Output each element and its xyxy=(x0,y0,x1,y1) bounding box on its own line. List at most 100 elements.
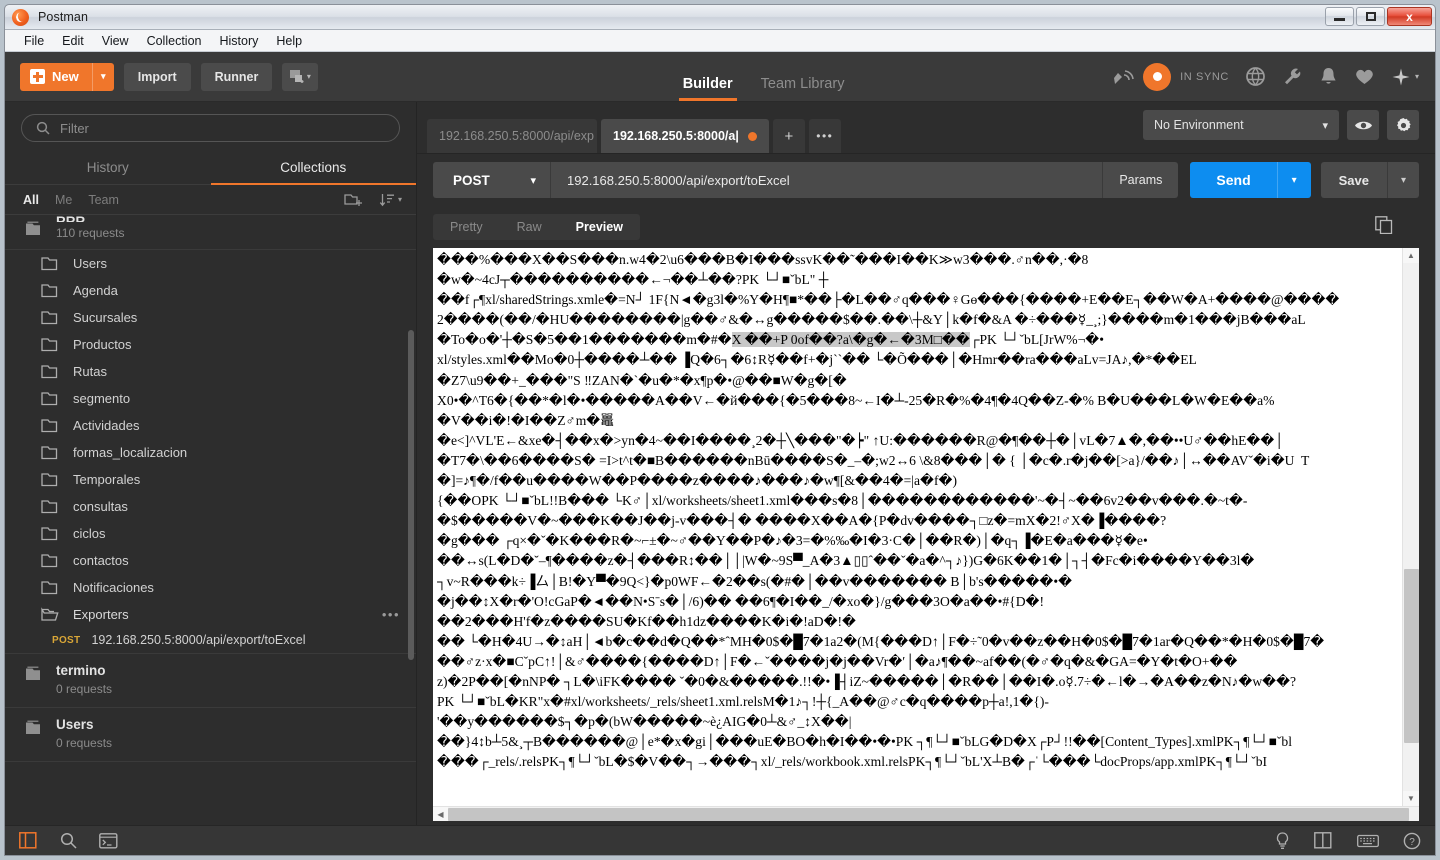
environment-quick-look-button[interactable] xyxy=(1347,110,1379,140)
folder-temporales[interactable]: Temporales xyxy=(5,466,416,493)
send-options-caret-icon[interactable]: ▾ xyxy=(1276,162,1311,198)
request-tab-2[interactable]: 192.168.250.5:8000/a| xyxy=(601,119,769,153)
restore-button[interactable] xyxy=(1356,7,1385,26)
response-preview-pane[interactable]: ���%���X��S���n.w4�2\u6���B�I���ssvK��˜�… xyxy=(433,248,1419,821)
eye-icon xyxy=(1354,121,1372,129)
request-method-label: POST xyxy=(52,634,81,646)
environment-settings-button[interactable] xyxy=(1387,110,1419,140)
sort-icon[interactable]: ▾ xyxy=(379,192,402,208)
search-icon[interactable] xyxy=(60,832,77,849)
request-item-to-excel[interactable]: POST 192.168.250.5:8000/api/export/toExc… xyxy=(5,628,416,654)
request-url-input[interactable]: 192.168.250.5:8000/api/export/toExcel xyxy=(551,162,1103,198)
import-button[interactable]: Import xyxy=(123,62,191,91)
wrench-icon[interactable] xyxy=(1282,66,1303,87)
binary-line: �$�����V�~���K��J��j-v���┤� ����X��A�{P�… xyxy=(437,513,1167,529)
tab-builder[interactable]: Builder xyxy=(669,76,747,101)
folder-sucursales[interactable]: Sucursales xyxy=(5,304,416,331)
response-tab-raw[interactable]: Raw xyxy=(500,214,559,240)
new-folder-icon[interactable] xyxy=(344,192,363,208)
collection-header[interactable]: RRR 110 requests xyxy=(5,215,416,250)
new-window-button[interactable]: ▾ xyxy=(282,62,319,91)
sidebar-scrollbar[interactable] xyxy=(408,330,414,660)
folder-consultas[interactable]: consultas xyxy=(5,493,416,520)
collections-list[interactable]: RRR 110 requests Users xyxy=(5,215,416,825)
new-dropdown-caret-icon[interactable]: ▾ xyxy=(91,62,114,91)
http-method-select[interactable]: POST ▾ xyxy=(433,162,551,198)
binary-line: �V��i�!�I��Z♂m�鼉 xyxy=(437,412,614,428)
folder-overflow-menu[interactable]: ••• xyxy=(382,607,400,622)
response-tab-pretty[interactable]: Pretty xyxy=(433,214,500,240)
help-icon[interactable]: ? xyxy=(1403,832,1421,850)
scope-filter-team[interactable]: Team xyxy=(88,193,119,207)
keyboard-icon[interactable] xyxy=(1357,834,1379,848)
bell-icon[interactable] xyxy=(1319,66,1338,87)
heart-icon[interactable] xyxy=(1354,67,1375,86)
folder-productos[interactable]: Productos xyxy=(5,331,416,358)
binary-line: PK └┘■ˇbL�KR"x�#xl/worksheets/_rels/shee… xyxy=(437,694,1049,710)
runner-button[interactable]: Runner xyxy=(200,62,273,91)
folder-label: Rutas xyxy=(73,364,107,379)
response-tab-preview[interactable]: Preview xyxy=(559,214,640,240)
request-tab-2-label: 192.168.250.5:8000/a| xyxy=(613,129,739,143)
tab-team-library[interactable]: Team Library xyxy=(747,76,859,101)
save-options-caret-icon[interactable]: ▾ xyxy=(1387,162,1419,198)
scroll-up-arrow-icon[interactable]: ▲ xyxy=(1402,248,1419,263)
environment-select[interactable]: No Environment ▾ xyxy=(1143,110,1339,140)
preview-hscroll-track[interactable] xyxy=(448,807,1419,822)
preview-vscroll-thumb[interactable] xyxy=(1403,569,1419,744)
folder-agenda[interactable]: Agenda xyxy=(5,277,416,304)
two-pane-layout-icon[interactable] xyxy=(1314,832,1333,849)
minimize-button[interactable] xyxy=(1325,7,1354,26)
new-button[interactable]: New ▾ xyxy=(20,62,114,91)
console-icon[interactable] xyxy=(99,832,118,849)
binary-response-content[interactable]: ���%���X��S���n.w4�2\u6���B�I���ssvK��˜�… xyxy=(433,248,1419,806)
satellite-icon[interactable] xyxy=(1112,67,1134,87)
preview-vscroll-track[interactable] xyxy=(1402,263,1419,791)
preview-horizontal-scrollbar[interactable]: ◀ xyxy=(433,806,1419,821)
folder-formas-localizacion[interactable]: formas_localizacion xyxy=(5,439,416,466)
globe-icon[interactable] xyxy=(1245,66,1266,87)
new-tab-button[interactable]: + xyxy=(772,119,805,153)
send-button[interactable]: Send xyxy=(1190,162,1277,198)
menu-collection[interactable]: Collection xyxy=(138,32,211,50)
scope-filter-me[interactable]: Me xyxy=(55,193,72,207)
scroll-down-arrow-icon[interactable]: ▼ xyxy=(1402,791,1419,806)
preview-hscroll-thumb[interactable] xyxy=(448,807,1410,821)
collection-header[interactable]: termino 0 requests xyxy=(5,654,416,708)
folder-icon xyxy=(41,554,58,568)
menu-edit[interactable]: Edit xyxy=(53,32,93,50)
folder-rutas[interactable]: Rutas xyxy=(5,358,416,385)
sidebar-tab-history[interactable]: History xyxy=(5,150,211,184)
folder-exporters[interactable]: Exporters ••• xyxy=(5,601,416,628)
params-button[interactable]: Params xyxy=(1102,162,1179,198)
folder-segmento[interactable]: segmento xyxy=(5,385,416,412)
copy-icon[interactable] xyxy=(1375,215,1393,239)
filter-input[interactable]: Filter xyxy=(21,114,400,142)
save-button[interactable]: Save xyxy=(1320,162,1387,198)
menu-help[interactable]: Help xyxy=(267,32,311,50)
collection-header[interactable]: Users 0 requests xyxy=(5,708,416,762)
gear-icon xyxy=(1396,117,1411,131)
sidebar-toggle-icon[interactable] xyxy=(19,832,38,849)
menu-file[interactable]: File xyxy=(15,32,53,50)
sidebar-tab-collections[interactable]: Collections xyxy=(210,150,417,185)
menu-view[interactable]: View xyxy=(93,32,138,50)
close-button[interactable]: x xyxy=(1387,7,1432,26)
folder-notificaciones[interactable]: Notificaciones xyxy=(5,574,416,601)
folder-users[interactable]: Users xyxy=(5,250,416,277)
upgrade-plus-icon[interactable]: ▾ xyxy=(1391,67,1419,87)
preview-vertical-scrollbar[interactable]: ▲ ▼ xyxy=(1402,248,1419,806)
folder-actividades[interactable]: Actividades xyxy=(5,412,416,439)
request-tab-1[interactable]: 192.168.250.5:8000/api/exp xyxy=(427,119,597,153)
folder-ciclos[interactable]: ciclos xyxy=(5,520,416,547)
folder-contactos[interactable]: contactos xyxy=(5,547,416,574)
menu-history[interactable]: History xyxy=(210,32,267,50)
scroll-left-arrow-icon[interactable]: ◀ xyxy=(433,806,448,821)
collection-meta: 0 requests xyxy=(56,736,113,750)
tabs-overflow-button[interactable]: ••• xyxy=(808,119,841,153)
scope-filter-all[interactable]: All xyxy=(23,193,39,207)
binary-line: ���%���X��S���n.w4�2\u6���B�I���ssvK��˜�… xyxy=(437,252,1089,267)
sync-status-icon[interactable] xyxy=(1143,62,1172,91)
bulb-icon[interactable] xyxy=(1275,831,1290,850)
folder-label: Exporters xyxy=(73,607,129,622)
